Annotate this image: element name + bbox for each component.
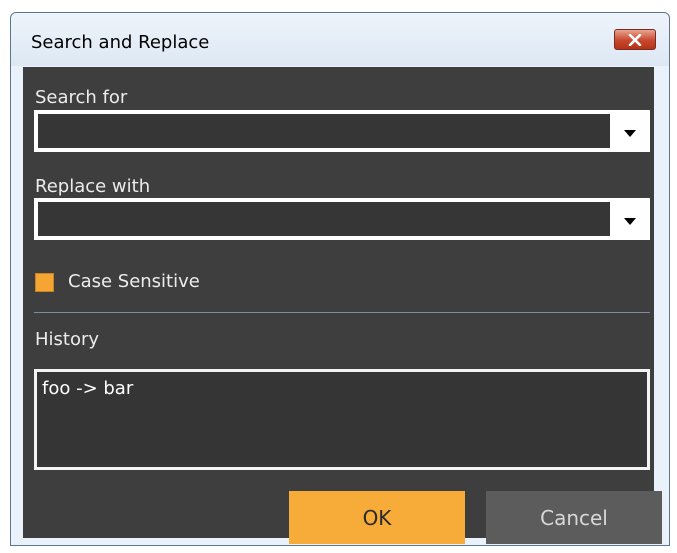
case-sensitive-checkbox[interactable] — [35, 273, 54, 292]
ok-button[interactable]: OK — [289, 491, 465, 544]
search-for-dropdown-button[interactable] — [610, 110, 650, 152]
replace-with-dropdown-button[interactable] — [610, 198, 650, 240]
case-sensitive-label[interactable]: Case Sensitive — [68, 271, 200, 292]
replace-with-label: Replace with — [35, 176, 151, 197]
history-list[interactable]: foo -> bar — [34, 369, 650, 470]
replace-with-combobox[interactable] — [34, 198, 650, 240]
title-bar[interactable]: Search and Replace — [11, 13, 669, 66]
search-for-input[interactable] — [38, 114, 610, 148]
search-replace-dialog: Search and Replace Search for Replace wi… — [10, 12, 670, 546]
search-for-label: Search for — [35, 87, 128, 108]
divider — [34, 312, 650, 313]
dialog-title: Search and Replace — [31, 32, 210, 53]
history-label: History — [35, 329, 100, 350]
replace-with-input[interactable] — [38, 202, 610, 236]
cancel-button[interactable]: Cancel — [486, 491, 662, 544]
close-button[interactable] — [614, 29, 656, 50]
dialog-body: Search for Replace with Case Sensitive H… — [23, 67, 662, 544]
chevron-down-icon — [624, 210, 636, 229]
close-x-icon — [628, 33, 642, 46]
chevron-down-icon — [624, 122, 636, 141]
search-for-combobox[interactable] — [34, 110, 650, 152]
history-item[interactable]: foo -> bar — [42, 378, 642, 400]
